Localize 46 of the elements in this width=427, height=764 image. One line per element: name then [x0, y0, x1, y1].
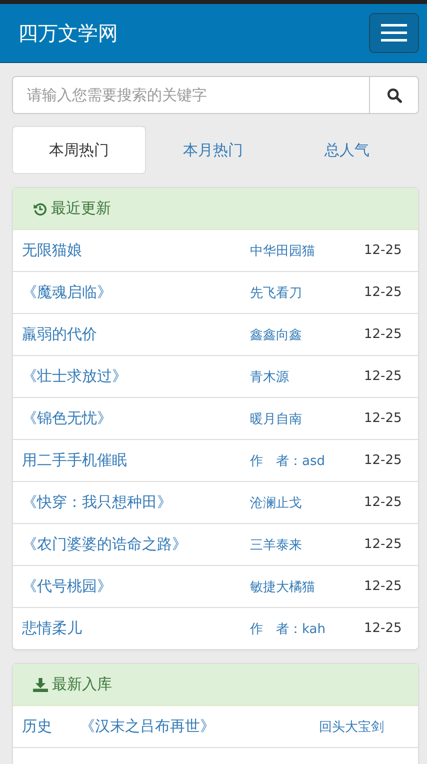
- menu-button[interactable]: [369, 13, 419, 53]
- book-title-link[interactable]: 《代号桃园》: [22, 577, 250, 596]
- menu-icon: [381, 24, 407, 42]
- update-date: 12-25: [364, 537, 402, 552]
- author-link[interactable]: 作 者：asd: [250, 452, 364, 470]
- book-title-link[interactable]: 羸弱的代价: [22, 325, 250, 344]
- book-title-link[interactable]: 无限猫娘: [22, 241, 250, 260]
- book-title-link[interactable]: 悲情柔儿: [22, 619, 250, 638]
- author-link[interactable]: 敏捷大橘猫: [250, 578, 364, 596]
- update-date: 12-25: [364, 579, 402, 594]
- search-icon: [386, 88, 402, 102]
- download-icon: [33, 678, 48, 692]
- author-link[interactable]: 暖月自南: [250, 410, 364, 428]
- tab[interactable]: 本月热门: [146, 126, 280, 174]
- tab[interactable]: 本周热门: [12, 126, 146, 174]
- update-date: 12-25: [364, 453, 402, 468]
- update-date: 12-25: [364, 411, 402, 426]
- book-title-link[interactable]: 《快穿：我只想种田》: [22, 493, 250, 512]
- author-link[interactable]: 中华田园猫: [250, 242, 364, 260]
- author-link[interactable]: 青木源: [250, 368, 364, 386]
- panel-title: 最近更新: [51, 199, 111, 218]
- update-date: 12-25: [364, 621, 402, 636]
- book-title-link[interactable]: 《壮士求放过》: [22, 367, 250, 386]
- author-link[interactable]: 三羊泰来: [250, 536, 364, 554]
- author-link[interactable]: 鑫鑫向鑫: [250, 326, 364, 344]
- book-title-link[interactable]: 《汉末之吕布再世》: [80, 717, 319, 736]
- book-title-link[interactable]: 用二手手机催眠: [22, 451, 250, 470]
- book-title-link[interactable]: 《锦色无忧》: [22, 409, 250, 428]
- update-date: 12-25: [364, 369, 402, 384]
- author-link[interactable]: 回头大宝剑: [319, 718, 384, 736]
- book-title-link[interactable]: 《魔魂启临》: [22, 283, 250, 302]
- author-link[interactable]: 先飞看刀: [250, 284, 364, 302]
- category-link[interactable]: 历史: [22, 717, 80, 736]
- update-date: 12-25: [364, 327, 402, 342]
- author-link[interactable]: 作 者：kah: [250, 620, 364, 638]
- search-field[interactable]: 请输入您需要搜索的关键字: [12, 76, 370, 114]
- book-title-link[interactable]: 《农门婆婆的诰命之路》: [22, 535, 250, 554]
- update-date: 12-25: [364, 495, 402, 510]
- site-title[interactable]: 四万文学网: [18, 20, 118, 46]
- history-icon: [33, 202, 47, 216]
- search-button[interactable]: [370, 76, 419, 114]
- update-date: 12-25: [364, 285, 402, 300]
- author-link[interactable]: 沧澜止戈: [250, 494, 364, 512]
- panel-title: 最新入库: [52, 675, 112, 694]
- tab[interactable]: 总人气: [280, 126, 414, 174]
- update-date: 12-25: [364, 243, 402, 258]
